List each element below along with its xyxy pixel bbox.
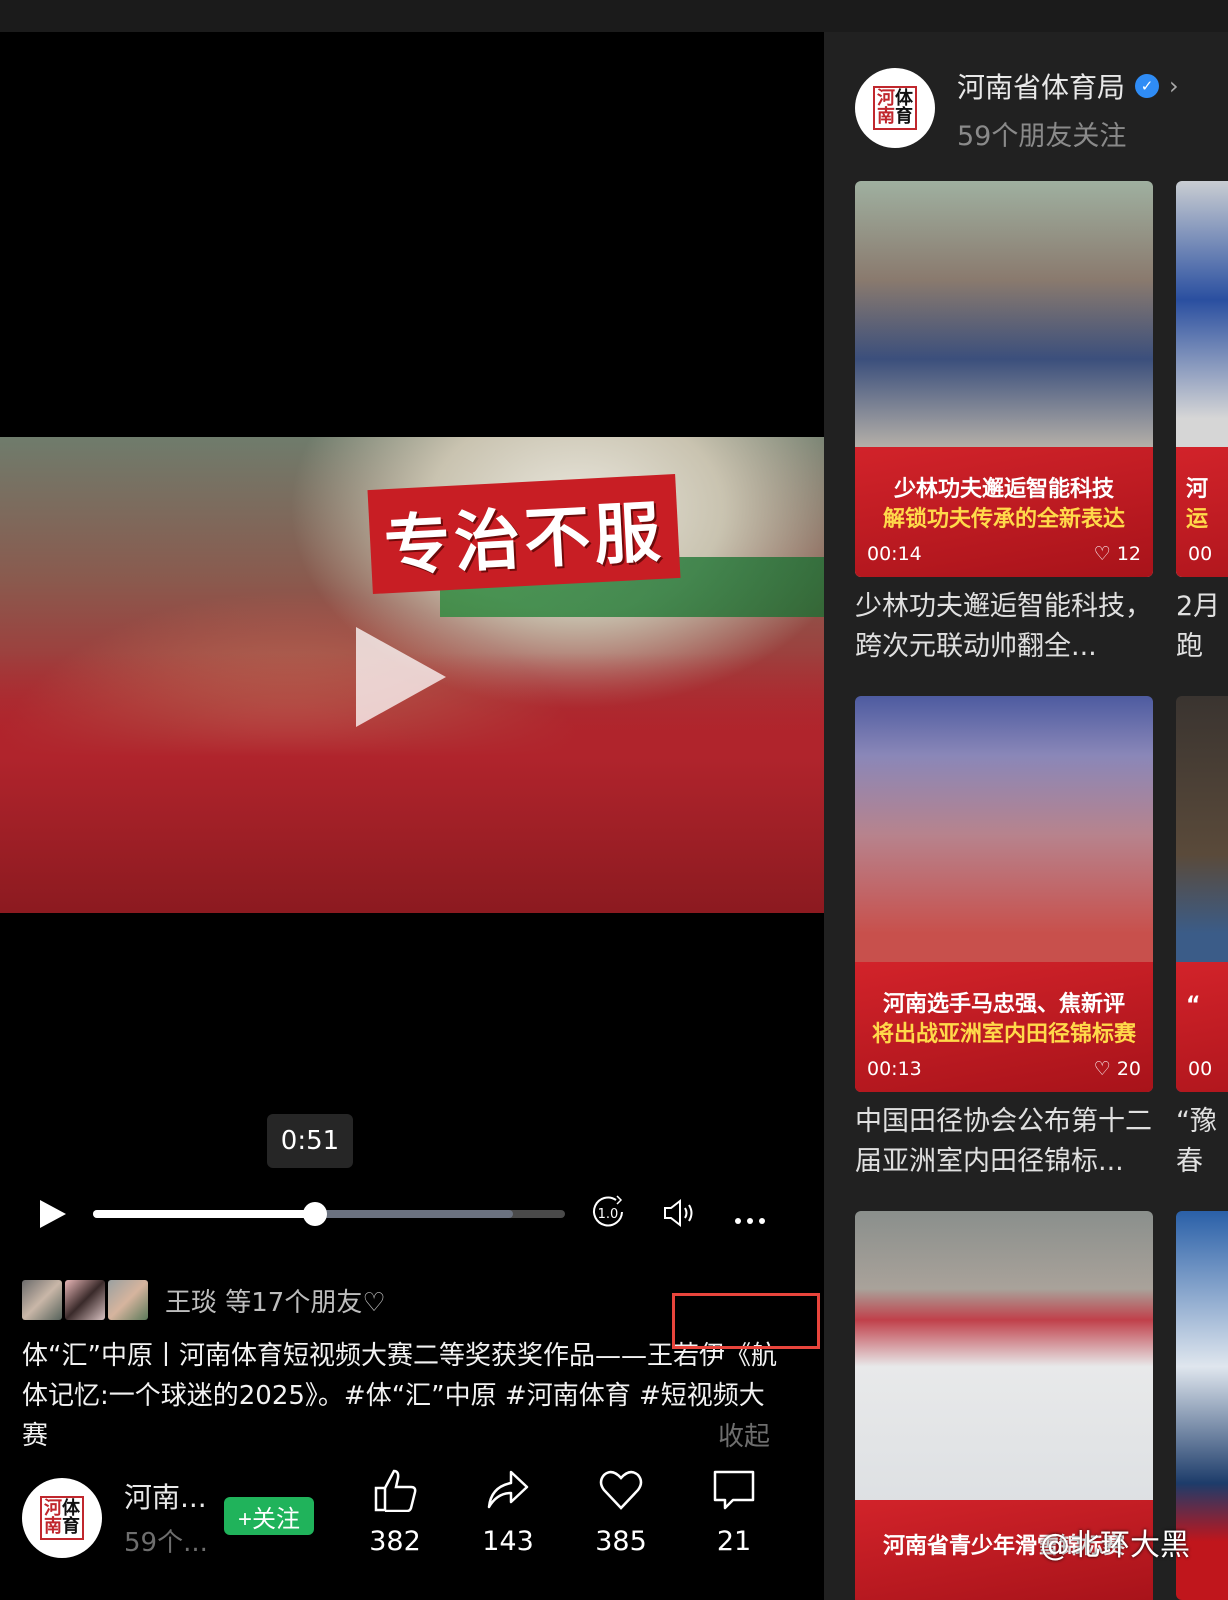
verified-badge-icon: ✓ <box>1135 74 1160 98</box>
video-title[interactable]: 少林功夫邂逅智能科技，跨次元联动帅翻全... <box>855 587 1153 667</box>
video-frame[interactable]: 专治不服 <box>0 437 824 913</box>
video-likes: ♡ 20 <box>1093 1058 1141 1080</box>
heart-icon <box>599 1470 643 1510</box>
video-thumbnail[interactable]: 河南选手马忠强、焦新评 将出战亚洲室内田径锦标赛 00:13 ♡ 20 <box>855 696 1153 1092</box>
friend-avatar[interactable] <box>22 1280 62 1320</box>
account-name-link[interactable]: 河南省体育局 ✓ › <box>957 66 1179 106</box>
account-name: 河南省体育局 <box>957 71 1126 104</box>
video-description: 体“汇”中原丨河南体育短视频大赛二等奖获奖作品——王若伊《航体记忆:一个球迷的2… <box>22 1341 777 1451</box>
progress-fill <box>93 1210 315 1218</box>
video-title[interactable]: 中国田径协会公布第十二届亚洲室内田径锦标... <box>855 1102 1153 1182</box>
share-count: 143 <box>482 1526 534 1557</box>
time-tooltip: 0:51 <box>267 1114 353 1168</box>
thumbnail-headline: 少林功夫邂逅智能科技 <box>893 477 1114 502</box>
video-caption-art: 专治不服 <box>367 474 681 594</box>
share-button[interactable]: 143 <box>468 1468 548 1557</box>
progress-knob[interactable] <box>302 1202 327 1226</box>
play-button[interactable] <box>40 1200 66 1228</box>
thumbnail-subheadline: 将出战亚洲室内田径锦标赛 <box>871 1022 1136 1047</box>
video-card[interactable]: 河南选手马忠强、焦新评 将出战亚洲室内田径锦标赛 00:13 ♡ 20 中国田径… <box>855 696 1153 1182</box>
comment-count: 21 <box>716 1526 752 1557</box>
volume-icon[interactable] <box>662 1198 696 1232</box>
more-options-icon[interactable] <box>734 1210 766 1229</box>
watermark: @北环大黑 <box>1040 1528 1190 1563</box>
comment-button[interactable]: 21 <box>694 1468 774 1557</box>
thumbnail-headline: “ <box>1186 993 1201 1018</box>
account-avatar[interactable]: 河体南育 <box>855 68 935 148</box>
video-duration: 00:13 <box>867 1058 922 1080</box>
center-play-icon[interactable] <box>356 627 446 727</box>
speed-label: 1.0 <box>598 1207 619 1222</box>
video-title[interactable]: “豫 <box>1176 1102 1228 1142</box>
top-bar <box>0 0 1228 32</box>
share-arrow-icon <box>487 1470 529 1509</box>
video-card[interactable]: 少林功夫邂逅智能科技 解锁功夫传承的全新表达 00:14 ♡ 12 少林功夫邂逅… <box>855 181 1153 667</box>
favorite-button[interactable]: 385 <box>581 1468 661 1557</box>
video-title-line2: 春 <box>1176 1146 1203 1177</box>
chevron-right-icon[interactable]: › <box>1169 72 1179 100</box>
video-title[interactable]: 2月 <box>1176 587 1228 627</box>
video-thumbnail[interactable]: “ 00 <box>1176 696 1228 1092</box>
video-card[interactable]: 河 运 00 2月 跑 <box>1176 181 1228 667</box>
comment-bubble-icon <box>713 1470 755 1510</box>
video-duration: 00:14 <box>867 543 922 565</box>
follow-button[interactable]: +关注 <box>224 1497 314 1535</box>
friends-liked-row[interactable]: 王琰 等17个朋友♡ <box>22 1280 386 1320</box>
video-thumbnail[interactable]: 少林功夫邂逅智能科技 解锁功夫传承的全新表达 00:14 ♡ 12 <box>855 181 1153 577</box>
video-duration: 00 <box>1188 1058 1213 1080</box>
video-card[interactable]: “ 00 “豫 春 <box>1176 696 1228 1182</box>
thumbnail-headline: 河 <box>1186 477 1209 502</box>
author-avatar[interactable]: 河体南育 <box>22 1478 102 1558</box>
video-duration: 00 <box>1188 543 1213 565</box>
logo-char: 南 <box>44 1516 62 1537</box>
thumbnail-headline: 河南选手马忠强、焦新评 <box>882 992 1125 1017</box>
account-followers: 59个朋友关注 <box>957 121 1127 152</box>
like-count: 20 <box>1116 1058 1141 1080</box>
thumbnail-subheadline: 运 <box>1186 507 1209 532</box>
friend-avatar[interactable] <box>108 1280 148 1320</box>
like-count: 382 <box>369 1526 421 1557</box>
thumbs-up-icon <box>374 1469 417 1512</box>
logo-char: 育 <box>895 106 913 127</box>
highlight-box <box>672 1293 820 1349</box>
progress-slider[interactable] <box>93 1202 565 1226</box>
video-thumbnail[interactable]: 河 运 00 <box>1176 181 1228 577</box>
like-count: 12 <box>1116 543 1141 565</box>
playback-speed-button[interactable]: 1.0 <box>590 1194 626 1230</box>
logo-char: 育 <box>62 1516 80 1537</box>
thumbnail-subheadline: 解锁功夫传承的全新表达 <box>882 507 1125 532</box>
logo-char: 南 <box>877 106 895 127</box>
video-title-line2: 跑 <box>1176 631 1203 662</box>
favorite-count: 385 <box>595 1526 647 1557</box>
video-likes: ♡ 12 <box>1093 543 1141 565</box>
like-button[interactable]: 382 <box>355 1468 435 1557</box>
friends-liked-text: 王琰 等17个朋友♡ <box>165 1287 386 1318</box>
friend-avatar[interactable] <box>65 1280 105 1320</box>
collapse-link[interactable]: 收起 <box>718 1416 770 1453</box>
author-followers: 59个... <box>124 1528 208 1558</box>
author-name[interactable]: 河南... <box>124 1476 207 1516</box>
